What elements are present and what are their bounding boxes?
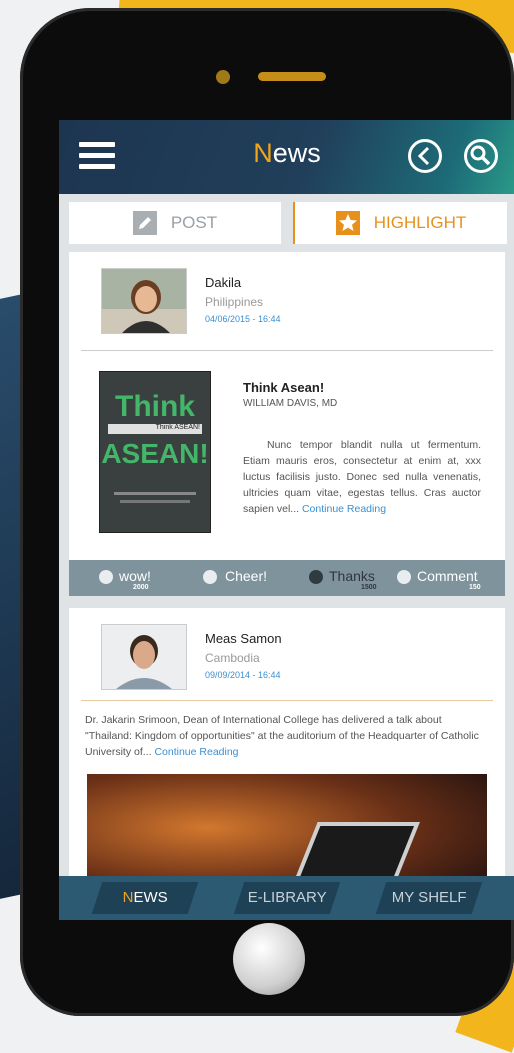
comment-label: Comment [417, 568, 478, 584]
nav-news[interactable]: NEWS [91, 882, 199, 914]
post-country: Cambodia [205, 651, 260, 665]
tab-highlight-label: HIGHLIGHT [373, 213, 467, 232]
earpiece-speaker [258, 72, 326, 81]
avatar[interactable] [101, 268, 187, 334]
post-username[interactable]: Meas Samon [205, 631, 282, 646]
comment-button[interactable]: Comment 150 [389, 560, 505, 596]
book-cover[interactable]: Think Think ASEAN! ASEAN! [99, 371, 211, 533]
post-card[interactable]: Dakila Philippines 04/06/2015 - 16:44 Th… [69, 252, 505, 596]
chevron-left-circle-icon[interactable] [407, 138, 443, 174]
post-country: Philippines [205, 295, 264, 309]
book-author: WILLIAM DAVIS, MD [243, 398, 338, 409]
nav-e-library[interactable]: E-LIBRARY [233, 882, 341, 914]
wow-count: 2000 [133, 584, 149, 591]
post-body: Dr. Jakarin Srimoon, Dean of Internation… [85, 712, 487, 760]
thanks-button[interactable]: Thanks 1500 [299, 560, 399, 596]
thanks-label: Thanks [329, 568, 375, 584]
bottom-nav: NEWS E-LIBRARY MY SHELF [59, 876, 514, 920]
book-cover-title-top: Think [115, 390, 195, 423]
pencil-icon [132, 211, 157, 235]
wow-label: wow! [119, 568, 151, 584]
comment-icon [397, 570, 411, 584]
front-camera [216, 70, 230, 84]
continue-reading-link[interactable]: Continue Reading [302, 503, 386, 515]
avatar[interactable] [101, 624, 187, 690]
nav-my-shelf[interactable]: MY SHELF [375, 882, 483, 914]
book-cover-title-bottom: ASEAN! [101, 438, 209, 469]
divider [81, 350, 493, 351]
star-badge-icon [99, 570, 113, 584]
header-bar: News [59, 120, 514, 194]
tab-post-label: POST [170, 213, 218, 232]
book-cover-banner: Think ASEAN! [108, 424, 202, 434]
book-excerpt: Nunc tempor blandit nulla ut fermentum. … [243, 437, 481, 517]
app-screen: News POST HIGHLIGHT Dakila Philippines 0… [59, 120, 514, 920]
wow-button[interactable]: wow! 2000 [69, 560, 179, 596]
reaction-bar: wow! 2000 Cheer! Thanks 1500 Comment 150 [69, 560, 505, 596]
tab-post[interactable]: POST [69, 202, 281, 244]
thanks-count: 1500 [361, 584, 377, 591]
post-date: 04/06/2015 - 16:44 [205, 314, 281, 324]
page-title: News [253, 138, 321, 168]
post-date: 09/09/2014 - 16:44 [205, 670, 281, 680]
continue-reading-link[interactable]: Continue Reading [154, 746, 238, 758]
cheer-label: Cheer! [225, 568, 268, 584]
tab-bar: POST HIGHLIGHT [69, 202, 507, 246]
post-username[interactable]: Dakila [205, 275, 241, 290]
star-icon [335, 211, 360, 235]
comment-count: 150 [469, 584, 481, 591]
smile-icon [309, 570, 323, 584]
home-button[interactable] [233, 923, 305, 995]
divider [81, 700, 493, 701]
tab-highlight[interactable]: HIGHLIGHT [293, 202, 507, 244]
post-body-text: Dr. Jakarin Srimoon, Dean of Internation… [85, 714, 479, 758]
phone-frame: News POST HIGHLIGHT Dakila Philippines 0… [20, 8, 514, 1016]
cheer-button[interactable]: Cheer! [179, 560, 279, 596]
post-card[interactable]: Meas Samon Cambodia 09/09/2014 - 16:44 D… [69, 608, 505, 908]
cheer-icon [203, 570, 217, 584]
book-title[interactable]: Think Asean! [243, 380, 324, 395]
search-circle-icon[interactable] [463, 138, 499, 174]
